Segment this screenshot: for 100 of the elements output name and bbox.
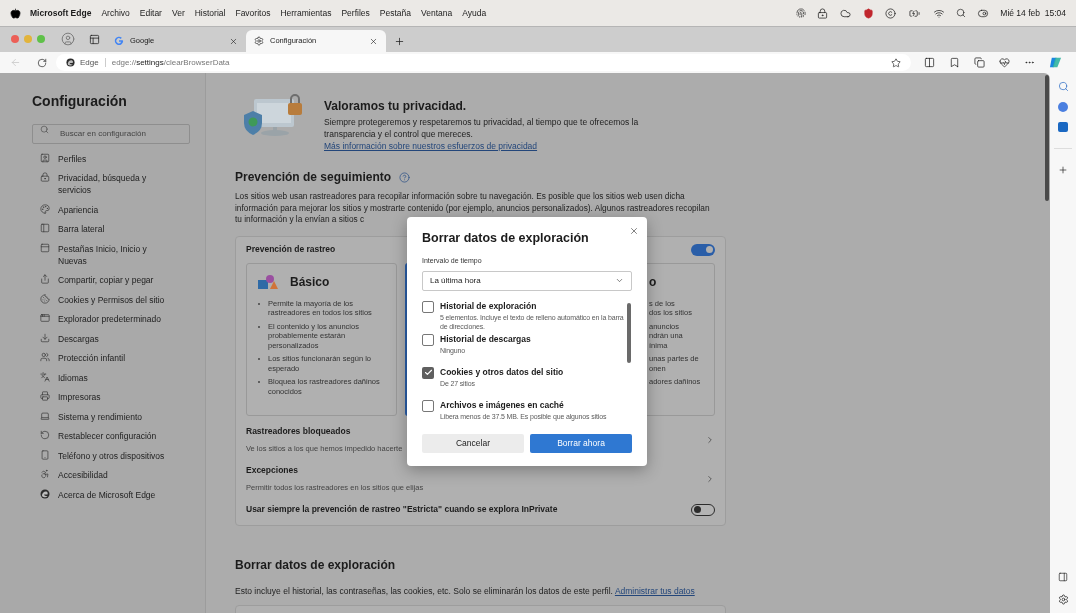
checkbox-label: Archivos e imágenes en caché <box>440 399 565 411</box>
sidebar-item[interactable]: Protección infantil <box>58 352 174 364</box>
checkbox[interactable] <box>422 366 434 379</box>
sidebar-item[interactable]: Perfiles <box>58 152 174 165</box>
search-field[interactable]: Buscar en configuración <box>32 123 190 144</box>
menu-item[interactable]: Perfiles <box>341 6 370 20</box>
checkbox[interactable] <box>422 300 434 313</box>
search-icon[interactable] <box>1057 81 1069 92</box>
sidebar-item[interactable]: Compartir, copiar y pegar <box>58 274 174 286</box>
control-center-icon[interactable] <box>977 7 990 19</box>
new-tab-icon[interactable] <box>394 35 405 47</box>
sidebar-item[interactable]: Explorador predeterminado <box>58 313 174 325</box>
chevron-right-icon[interactable] <box>705 434 715 445</box>
bookmark-icon[interactable] <box>949 57 960 68</box>
menu-item[interactable]: Ventana <box>421 6 453 20</box>
sidebar-item[interactable]: Cookies y Permisos del sitio <box>58 293 174 306</box>
heart-icon[interactable] <box>999 57 1010 68</box>
logo-icon[interactable] <box>1049 56 1062 69</box>
cookie-icon <box>40 293 50 304</box>
section-text: Esto incluye el historial, las contraseñas, las cookies, etc. Solo se eliminarán los datos de este perfil. Administrar tus datos <box>235 584 696 598</box>
menu-item[interactable]: Herramientas <box>280 6 332 20</box>
search-icon[interactable] <box>956 8 967 18</box>
sidebar-item[interactable]: Descargas <box>58 332 174 345</box>
shapes-icon <box>258 273 278 290</box>
phone-icon <box>40 449 50 460</box>
accessibility-icon <box>40 469 50 479</box>
manage-data-link[interactable]: Administrar tus datos <box>614 585 695 596</box>
panel-icon[interactable] <box>1058 572 1068 582</box>
sidebar-item[interactable]: Apariencia <box>58 203 174 216</box>
printer-icon <box>40 391 50 401</box>
app-name[interactable]: Microsoft Edge <box>30 6 92 20</box>
reload-icon[interactable] <box>37 57 47 68</box>
menu-item[interactable]: Favoritos <box>235 6 271 20</box>
close-icon[interactable] <box>229 36 238 46</box>
menu-item[interactable]: Ayuda <box>462 6 487 20</box>
sidebar-item[interactable]: Barra lateral <box>58 223 174 235</box>
download-icon <box>40 332 50 343</box>
section-text: Los sitios web usan rastreadores para recopilar información sobre tu navegación. Es posible que los sitios web usen dicha información para mejorar los sitios y mostrarte contenido (por ejemplo, anuncios personalizados). Algunos rastreadores recopilan tu información y la envían a sitios c <box>235 191 711 226</box>
menu-item[interactable]: Ver <box>171 6 185 20</box>
plus-icon[interactable] <box>1058 165 1068 175</box>
user-icon <box>40 152 50 163</box>
wifi-icon[interactable] <box>933 7 946 19</box>
help-icon[interactable] <box>399 171 411 183</box>
chevron-right-icon[interactable] <box>705 473 715 484</box>
toggle-switch[interactable] <box>691 243 715 256</box>
time-range-dropdown[interactable]: La última hora <box>422 270 632 291</box>
row-title[interactable]: Excepciones <box>246 464 424 477</box>
star-icon[interactable] <box>891 57 901 68</box>
shield-icon[interactable] <box>863 7 875 19</box>
sidebar-item[interactable]: Sistema y rendimiento <box>58 410 174 423</box>
copy-icon[interactable] <box>974 57 985 68</box>
site-label: Edge <box>80 56 99 69</box>
battery-icon[interactable] <box>907 7 923 19</box>
checkbox-label: Cookies y otros datos del sitio <box>440 366 564 378</box>
menu-item[interactable]: Historial <box>194 6 226 20</box>
sidebar-item[interactable]: Impresoras <box>58 391 174 403</box>
window-icon <box>40 242 50 253</box>
fingerprint-icon[interactable] <box>796 8 807 18</box>
sidebar-item[interactable]: Idiomas <box>58 371 174 384</box>
row-title: Usar siempre la prevención de rastreo "Estricta" cuando se explora InPrivate <box>246 503 558 516</box>
card-title: Básico <box>290 273 330 291</box>
apple-icon[interactable] <box>10 7 21 19</box>
tab-actions-icon[interactable] <box>89 33 100 45</box>
address-bar[interactable]: Edge edge://settings/clearBrowserData <box>56 54 911 71</box>
cancel-button[interactable]: Cancelar <box>422 433 524 453</box>
panel-title: Prevención de rastreo <box>246 243 336 256</box>
menu-item[interactable]: Archivo <box>101 6 130 20</box>
split-screen-icon[interactable] <box>924 57 935 68</box>
checkbox-label: Historial de exploración <box>440 300 538 312</box>
clock[interactable]: Mié 14 feb 15:04 <box>1000 6 1066 20</box>
sidebar-item[interactable]: Privacidad, búsqueda y servicios <box>58 172 174 196</box>
cloud-icon[interactable] <box>839 7 853 19</box>
share-icon <box>40 274 50 284</box>
menu-item[interactable]: Pestaña <box>379 6 411 20</box>
sidebar-item[interactable]: Teléfono y otros dispositivos <box>58 449 174 462</box>
privacy-link[interactable]: Más información sobre nuestros esfuerzos de privacidad <box>324 141 538 151</box>
scrollbar[interactable] <box>627 302 631 363</box>
chevron-down-icon <box>615 276 624 285</box>
panel-icon <box>40 223 50 233</box>
sidebar-item[interactable]: Restablecer configuración <box>58 430 174 442</box>
settings-icon[interactable] <box>1057 594 1069 605</box>
checkbox[interactable] <box>422 333 434 346</box>
scrollbar[interactable] <box>1045 75 1049 201</box>
toggle-switch[interactable] <box>691 503 715 516</box>
search-icon <box>40 124 49 134</box>
logo-icon <box>66 58 75 67</box>
close-icon[interactable] <box>629 226 639 236</box>
sidebar-item[interactable]: Pestañas Inicio, Inicio y Nuevas <box>58 242 174 267</box>
close-icon[interactable] <box>369 36 378 46</box>
checkbox[interactable] <box>422 399 434 412</box>
sidebar-item[interactable]: Accesibilidad <box>58 469 174 481</box>
sidebar-item[interactable]: Acerca de Microsoft Edge <box>58 488 174 501</box>
lock-icon[interactable] <box>817 7 829 19</box>
clear-now-button[interactable]: Borrar ahora <box>530 433 632 453</box>
row-title[interactable]: Rastreadores bloqueados <box>246 425 403 438</box>
option-card[interactable] <box>246 262 397 416</box>
section-heading: Prevención de seguimiento <box>235 169 392 186</box>
profile-icon[interactable] <box>61 32 75 46</box>
menu-item[interactable]: Editar <box>139 6 162 20</box>
copyright-icon[interactable] <box>885 7 897 19</box>
